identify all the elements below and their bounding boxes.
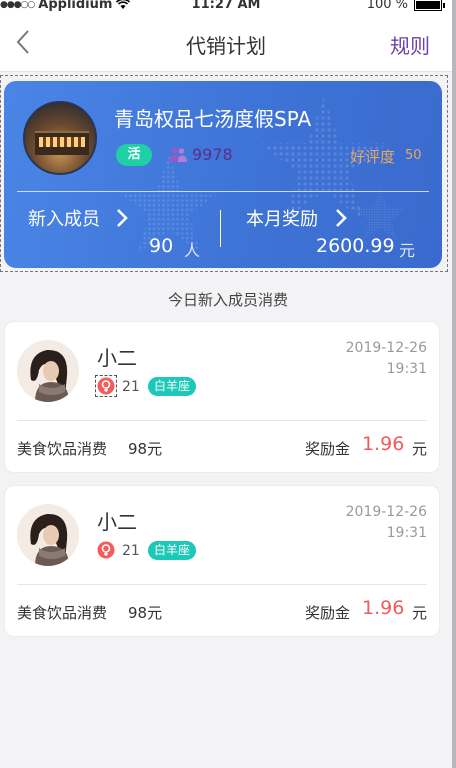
monthly-reward-value: 2600.99 [316,235,395,257]
card-divider [17,584,427,585]
card-divider [17,191,429,192]
card-divider [17,420,427,421]
people-icon [169,146,187,162]
avatar [17,504,79,566]
member-time: 19:31 [386,361,427,377]
spend-amount: 98元 [128,440,163,458]
monthly-reward-unit: 元 [399,241,416,260]
battery-icon [414,0,445,11]
member-time: 19:31 [386,525,427,541]
bonus-value: 1.96 [362,433,405,455]
stat-divider [220,210,221,247]
member-card[interactable]: 小二 21 白羊座 2019-12-26 19:31 美食饮品消费 98元 奖励… [4,321,440,473]
chevron-right-icon[interactable] [115,208,129,228]
rating-label: 好评度 [350,148,396,166]
scrollbar-track [452,0,456,768]
member-name: 小二 [97,510,137,534]
new-members-link[interactable]: 新入成员 [28,205,100,231]
member-card[interactable]: 小二 21 白羊座 2019-12-26 19:31 美食饮品消费 98元 奖励… [4,485,440,637]
bonus-unit: 元 [412,440,428,458]
bonus-unit: 元 [412,604,428,622]
spend-amount: 98元 [128,604,163,622]
bonus-value: 1.96 [362,597,405,619]
status-bar: ●●●○○ Applidium 11:27 AM 100 % [0,0,452,14]
avatar [17,340,79,402]
store-card: 青岛权品七汤度假SPA 活 9978 好评度 50 新入成员 90 人 本月奖励… [4,81,442,268]
female-icon [95,375,117,397]
status-badge: 活 [116,144,152,166]
new-members-value: 90 [149,235,174,257]
zodiac-badge: 白羊座 [148,377,197,396]
female-icon [97,541,115,559]
nav-bar: 代销计划 规则 [0,14,452,72]
store-avatar [23,101,97,175]
member-age: 21 [122,543,140,559]
member-date: 2019-12-26 [345,504,427,520]
battery-percent: 100 % [366,0,408,12]
page-title: 代销计划 [186,34,266,58]
section-title: 今日新入成员消费 [167,291,288,309]
bonus-label: 奖励金 [305,604,351,622]
spend-label: 美食饮品消费 [17,440,108,458]
bonus-label: 奖励金 [305,440,351,458]
store-name: 青岛权品七汤度假SPA [114,107,312,131]
member-age: 21 [122,379,140,395]
new-members-unit: 人 [184,241,201,260]
member-date: 2019-12-26 [345,340,427,356]
popularity-count: 9978 [192,145,233,164]
spend-label: 美食饮品消费 [17,604,108,622]
rules-link[interactable]: 规则 [390,30,430,59]
member-name: 小二 [97,346,137,370]
monthly-reward-link[interactable]: 本月奖励 [246,205,318,231]
zodiac-badge: 白羊座 [148,541,197,560]
chevron-right-icon[interactable] [334,208,348,228]
rating-value: 50 [405,148,422,163]
